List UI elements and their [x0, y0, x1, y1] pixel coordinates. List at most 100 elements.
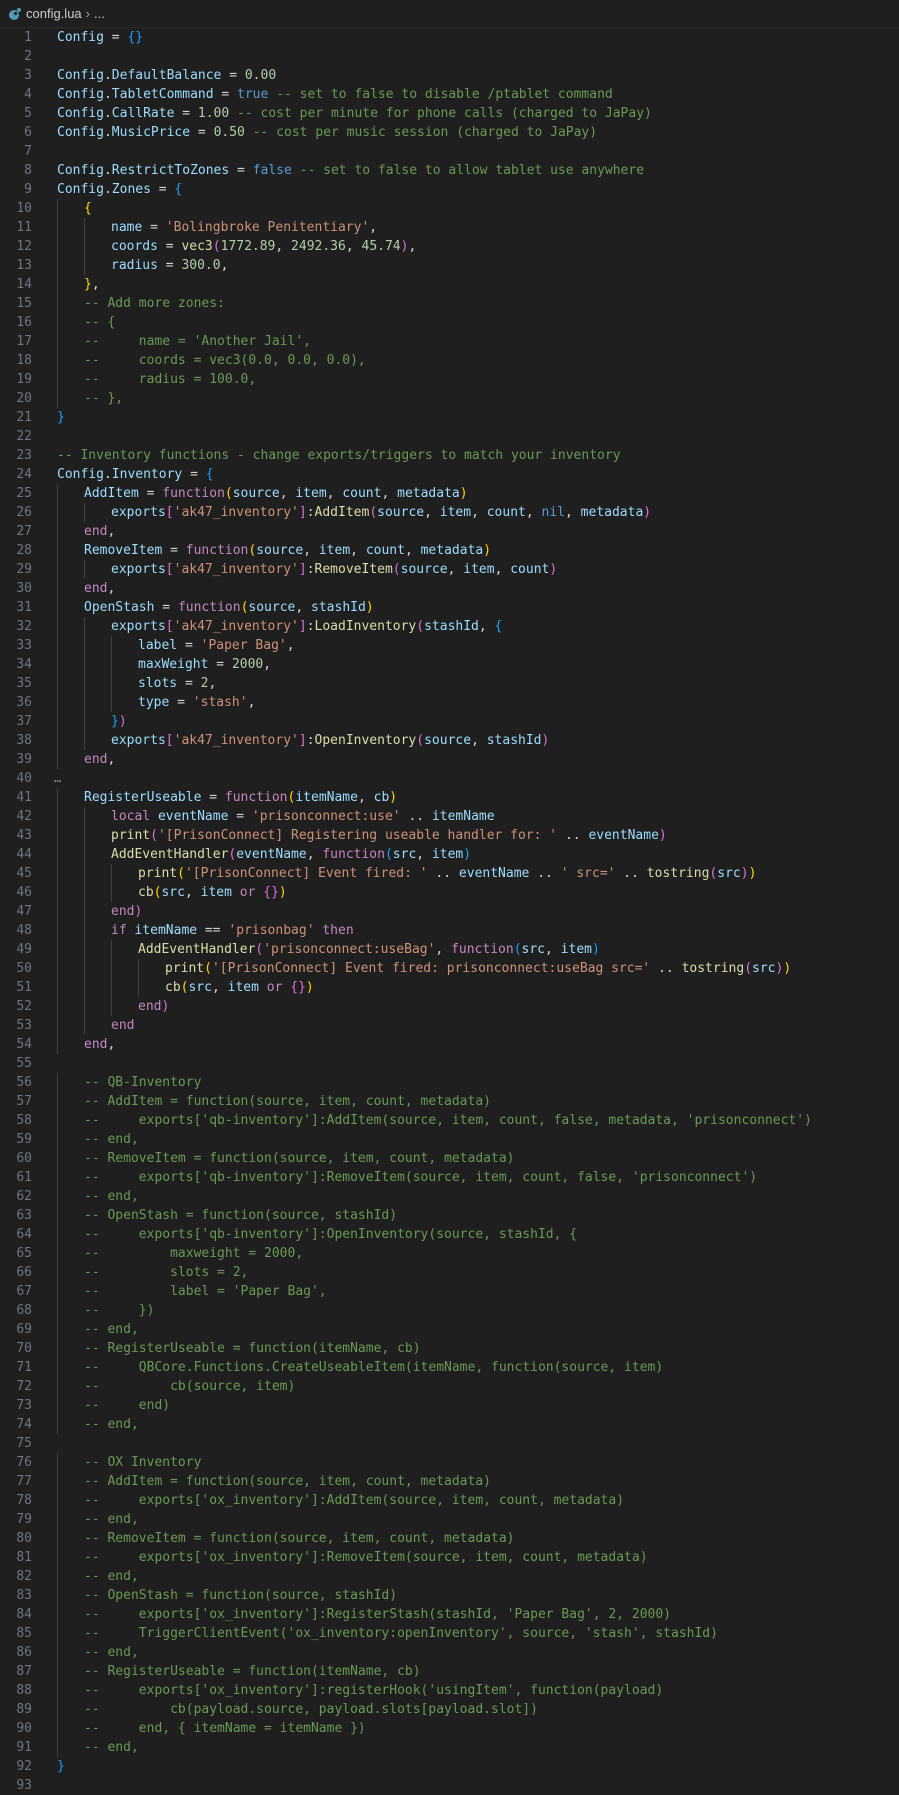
code-line[interactable]: 30 end, [0, 579, 899, 598]
code-line[interactable]: 46 cb(src, item or {}) [0, 883, 899, 902]
code-line[interactable]: 87 -- RegisterUseable = function(itemName… [0, 1662, 899, 1681]
code-line[interactable]: 13 radius = 300.0, [0, 256, 899, 275]
code-line[interactable]: 92} [0, 1757, 899, 1776]
code-line[interactable]: 85 -- TriggerClientEvent('ox_inventory:op… [0, 1624, 899, 1643]
code-line[interactable]: 69 -- end, [0, 1320, 899, 1339]
code-line[interactable]: 38 exports['ak47_inventory']:OpenInventor… [0, 731, 899, 750]
breadcrumb-file[interactable]: config.lua [26, 6, 82, 21]
code-line[interactable]: 4 Config.TabletCommand = true -- set to f… [0, 85, 899, 104]
line-number: 35 [16, 676, 32, 691]
code-line[interactable]: 53 end [0, 1016, 899, 1035]
code-line[interactable]: 24 Config.Inventory = { [0, 465, 899, 484]
code-line[interactable]: 58 -- exports['qb-inventory']:AddItem(sou… [0, 1111, 899, 1130]
code-line[interactable]: 37}) [0, 712, 899, 731]
code-line[interactable]: 8 Config.RestrictToZones = false -- set t… [0, 161, 899, 180]
code-token: .. [557, 828, 589, 843]
code-line[interactable]: 17 -- name = 'Another Jail', [0, 332, 899, 351]
code-line[interactable]: 83 -- OpenStash = function(source, stashI… [0, 1586, 899, 1605]
code-line[interactable]: 48 if itemName == 'prisonbag' then [0, 921, 899, 940]
code-line[interactable]: 1 Config = {} [0, 28, 899, 47]
code-line[interactable]: 6 Config.MusicPrice = 0.50 -- cost per mu… [0, 123, 899, 142]
code-line[interactable]: 79 -- end, [0, 1510, 899, 1529]
code-line[interactable]: 29 exports['ak47_inventory']:RemoveItem(s… [0, 560, 899, 579]
code-line[interactable]: 74 -- end, [0, 1415, 899, 1434]
code-line[interactable]: 57 -- AddItem = function(source, item, co… [0, 1092, 899, 1111]
code-line[interactable]: 47 end) [0, 902, 899, 921]
code-line[interactable]: 51 cb(src, item or {}) [0, 978, 899, 997]
code-line[interactable]: 78 -- exports['ox_inventory']:AddItem(sou… [0, 1491, 899, 1510]
code-line[interactable]: 41 RegisterUseable = function(itemName, c… [0, 788, 899, 807]
code-line[interactable]: 45 print('[PrisonConnect] Event fired: ' … [0, 864, 899, 883]
code-line[interactable]: 52 end) [0, 997, 899, 1016]
code-line[interactable]: 93 [0, 1776, 899, 1795]
code-line[interactable]: 50 print('[PrisonConnect] Event fired: pr… [0, 959, 899, 978]
code-line[interactable]: 72 -- cb(source, item) [0, 1377, 899, 1396]
code-line[interactable]: 55 [0, 1054, 899, 1073]
code-line[interactable]: 68 -- }) [0, 1301, 899, 1320]
code-line[interactable]: 21} [0, 408, 899, 427]
code-line[interactable]: 22 [0, 427, 899, 446]
code-line[interactable]: 89 -- cb(payload.source, payload.slots[pa… [0, 1700, 899, 1719]
code-line[interactable]: 25 AddItem = function(source, item, count… [0, 484, 899, 503]
code-line[interactable]: 63 -- OpenStash = function(source, stashI… [0, 1206, 899, 1225]
code-line[interactable]: 42 local eventName = 'prisonconnect:use' … [0, 807, 899, 826]
code-line[interactable]: 61 -- exports['qb-inventory']:RemoveItem(… [0, 1168, 899, 1187]
code-line[interactable]: 84 -- exports['ox_inventory']:RegisterSta… [0, 1605, 899, 1624]
code-line[interactable]: 19 -- radius = 100.0, [0, 370, 899, 389]
code-line[interactable]: 64 -- exports['qb-inventory']:OpenInvento… [0, 1225, 899, 1244]
code-line[interactable]: 26 exports['ak47_inventory']:AddItem(sour… [0, 503, 899, 522]
code-line[interactable]: 60 -- RemoveItem = function(source, item,… [0, 1149, 899, 1168]
code-line[interactable]: 54 end, [0, 1035, 899, 1054]
code-line[interactable]: 20 -- }, [0, 389, 899, 408]
code-line[interactable]: 90 -- end, { itemName = itemName }) [0, 1719, 899, 1738]
code-line[interactable]: 11 name = 'Bolingbroke Penitentiary', [0, 218, 899, 237]
code-line[interactable]: 7 [0, 142, 899, 161]
code-line[interactable]: 35 slots = 2, [0, 674, 899, 693]
code-line[interactable]: 43 print('[PrisonConnect] Registering use… [0, 826, 899, 845]
code-token: ) [278, 885, 287, 900]
code-line[interactable]: 23 -- Inventory functions - change export… [0, 446, 899, 465]
code-line[interactable]: 32 exports['ak47_inventory']:LoadInventor… [0, 617, 899, 636]
code-line[interactable]: 28 RemoveItem = function(source, item, co… [0, 541, 899, 560]
code-line[interactable]: 81 -- exports['ox_inventory']:RemoveItem(… [0, 1548, 899, 1567]
code-line[interactable]: 88 -- exports['ox_inventory']:registerHoo… [0, 1681, 899, 1700]
code-line[interactable]: 49 AddEventHandler ('prisonconnect:useBag'… [0, 940, 899, 959]
code-editor[interactable]: 1 Config = {} 2 3 Config.DefaultBalance = 0.… [0, 28, 899, 1795]
code-line[interactable]: 56 -- QB-Inventory [0, 1073, 899, 1092]
code-line[interactable]: 70 -- RegisterUseable = function(itemName… [0, 1339, 899, 1358]
code-line[interactable]: 40… [0, 769, 899, 788]
code-line[interactable]: 15 -- Add more zones: [0, 294, 899, 313]
code-line[interactable]: 62 -- end, [0, 1187, 899, 1206]
code-line[interactable]: 66 -- slots = 2, [0, 1263, 899, 1282]
code-line[interactable]: 9 Config.Zones = { [0, 180, 899, 199]
code-line[interactable]: 39 end, [0, 750, 899, 769]
code-line[interactable]: 3 Config.DefaultBalance = 0.00 [0, 66, 899, 85]
code-line[interactable]: 71 -- QBCore.Functions.CreateUseableItem(… [0, 1358, 899, 1377]
code-line[interactable]: 44 AddEventHandler(eventName, function(sr… [0, 845, 899, 864]
code-line[interactable]: 76 -- OX Inventory [0, 1453, 899, 1472]
code-line[interactable]: 65 -- maxweight = 2000, [0, 1244, 899, 1263]
code-line[interactable]: 77 -- AddItem = function(source, item, co… [0, 1472, 899, 1491]
code-line[interactable]: 75 [0, 1434, 899, 1453]
code-line[interactable]: 12 coords = vec3(1772.89, 2492.36, 45.74)… [0, 237, 899, 256]
breadcrumb-more[interactable]: ... [94, 6, 105, 21]
code-line[interactable]: 18 -- coords = vec3(0.0, 0.0, 0.0), [0, 351, 899, 370]
code-line[interactable]: 36 type = 'stash', [0, 693, 899, 712]
code-line[interactable]: 82 -- end, [0, 1567, 899, 1586]
code-line[interactable]: 16 -- { [0, 313, 899, 332]
code-line[interactable]: 27 end, [0, 522, 899, 541]
code-line[interactable]: 86 -- end, [0, 1643, 899, 1662]
indent-guide [138, 959, 139, 978]
code-line[interactable]: 2 [0, 47, 899, 66]
code-line[interactable]: 14}, [0, 275, 899, 294]
code-line[interactable]: 31 OpenStash = function(source, stashId) [0, 598, 899, 617]
code-line[interactable]: 73 -- end) [0, 1396, 899, 1415]
code-line[interactable]: 67 -- label = 'Paper Bag', [0, 1282, 899, 1301]
code-line[interactable]: 33 label = 'Paper Bag', [0, 636, 899, 655]
code-line[interactable]: 91 -- end, [0, 1738, 899, 1757]
code-line[interactable]: 10 { [0, 199, 899, 218]
code-line[interactable]: 59 -- end, [0, 1130, 899, 1149]
code-line[interactable]: 80 -- RemoveItem = function(source, item,… [0, 1529, 899, 1548]
code-line[interactable]: 34 maxWeight = 2000, [0, 655, 899, 674]
code-line[interactable]: 5 Config.CallRate = 1.00 -- cost per minu… [0, 104, 899, 123]
